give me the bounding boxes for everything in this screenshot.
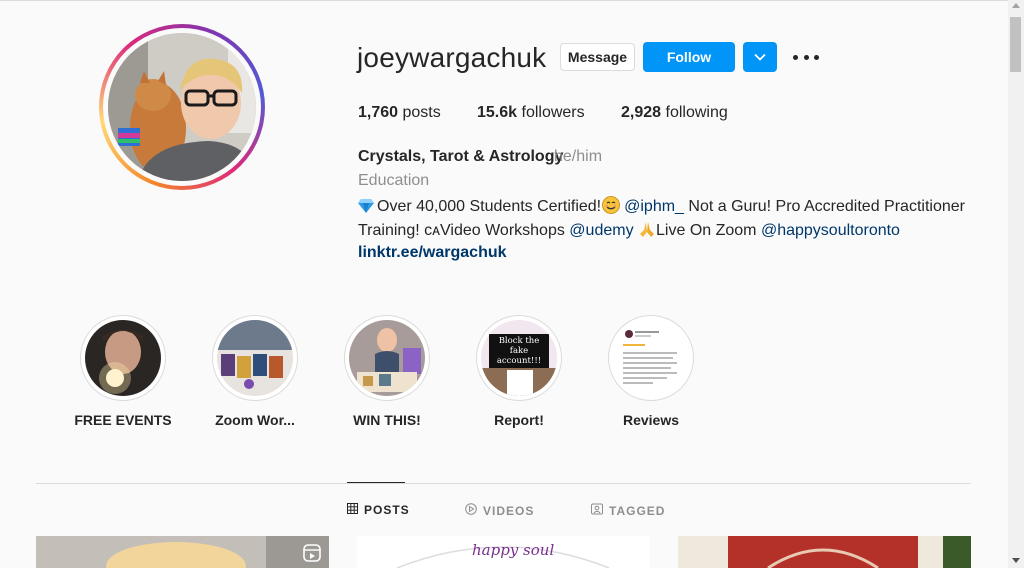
header-divider [0, 0, 1008, 1]
highlight-cover [217, 320, 293, 396]
dot [803, 54, 809, 60]
message-button[interactable]: Message [560, 43, 635, 71]
bio-line-1: Over 40,000 Students Certified! @iphm_ N… [358, 196, 965, 219]
post-thumbnail[interactable] [678, 536, 971, 568]
highlight-reviews[interactable]: Reviews [608, 315, 694, 428]
highlight-cover: Block the fake account!!! [481, 320, 557, 396]
mention-link[interactable]: @iphm_ [624, 198, 684, 215]
active-tab-indicator [347, 482, 405, 483]
profile-avatar[interactable] [99, 24, 265, 190]
page-scrollbar[interactable] [1008, 0, 1024, 568]
tab-posts[interactable]: POSTS [347, 503, 410, 517]
highlight-cover [349, 320, 425, 396]
highlight-win-this[interactable]: WIN THIS! [344, 315, 430, 428]
suggested-accounts-button[interactable] [743, 42, 777, 72]
highlight-cover-caption: Block the fake account!!! [489, 334, 549, 368]
followers-link[interactable]: 15.6k followers [477, 104, 585, 122]
scrollbar-thumb[interactable] [1010, 17, 1021, 72]
highlight-free-events[interactable]: FREE EVENTS [74, 315, 172, 428]
bio-line-2: Training! ᴄᴀVideo Workshops @udemy Live … [358, 220, 900, 243]
tab-videos[interactable]: VIDEOS [465, 503, 534, 518]
profile-full-name: Crystals, Tarot & Astrology [358, 148, 564, 165]
post-thumbnail[interactable]: happy soul [357, 536, 650, 568]
post-thumbnail[interactable] [36, 536, 329, 568]
profile-username: joeywargachuk [357, 42, 547, 73]
highlight-cover [613, 320, 689, 396]
tabs-divider [36, 483, 971, 484]
following-link[interactable]: 2,928 following [621, 104, 728, 122]
reel-icon [303, 544, 321, 567]
highlight-zoom-workshops[interactable]: Zoom Wor... [212, 315, 298, 428]
grid-icon [347, 503, 358, 517]
scroll-down-arrow-icon[interactable] [1012, 558, 1020, 563]
highlight-cover [85, 320, 161, 396]
scroll-up-arrow-icon[interactable] [1012, 3, 1020, 8]
highlight-report[interactable]: Block the fake account!!! Report! [476, 315, 562, 428]
gem-icon [358, 198, 374, 218]
smiling-face-icon [602, 196, 621, 219]
follow-button[interactable]: Follow [643, 42, 735, 72]
post-logo-text: happy soul [472, 541, 555, 559]
folded-hands-icon [638, 220, 656, 243]
tab-tagged[interactable]: TAGGED [591, 503, 665, 518]
tag-portrait-icon [591, 503, 603, 518]
posts-count: 1,760 posts [358, 104, 441, 121]
dot [793, 54, 798, 60]
avatar-photo [108, 33, 256, 181]
profile-category: Education [358, 172, 430, 189]
mention-link[interactable]: @udemy [569, 222, 633, 239]
website-link[interactable]: linktr.ee/wargachuk [358, 244, 507, 262]
options-button[interactable] [793, 50, 819, 64]
chevron-down-icon [754, 48, 766, 66]
dot [814, 54, 819, 60]
play-circle-icon [465, 503, 477, 518]
profile-pronouns: he/him [554, 148, 603, 165]
mention-link[interactable]: @happysoultoronto [761, 222, 900, 239]
